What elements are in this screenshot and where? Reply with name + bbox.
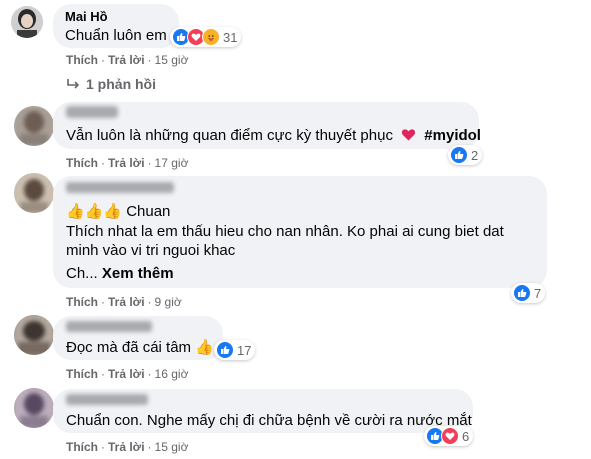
comment-text-line: Ch... bbox=[66, 265, 98, 282]
comment-actions: Thích · Trả lời · 15 giờ bbox=[66, 440, 189, 454]
comment-actions: Thích · Trả lời · 16 giờ bbox=[66, 367, 189, 381]
comment-author[interactable]: Mai Hồ bbox=[65, 9, 108, 24]
avatar-image bbox=[11, 6, 43, 38]
comment-text-line: Thích nhat la em thấu hieu cho nan nhân.… bbox=[66, 223, 504, 240]
reply-link[interactable]: Trả lời bbox=[108, 367, 145, 381]
comment-time[interactable]: 15 giờ bbox=[155, 53, 189, 67]
comment-text: Chuẩn luôn em bbox=[65, 27, 167, 44]
comment-text-line: 👍👍👍 Chuan bbox=[66, 203, 171, 220]
comment-bubble: 👍👍👍 Chuan Thích nhat la em thấu hieu cho… bbox=[53, 176, 547, 288]
comment-bubble: Vẫn luôn là những quan điểm cực kỳ thuyế… bbox=[53, 102, 481, 149]
comment-time[interactable]: 16 giờ bbox=[155, 367, 189, 381]
comment-author[interactable] bbox=[66, 182, 174, 193]
avatar[interactable] bbox=[14, 388, 54, 428]
comment-text-truncated: Ch... Xem thêm bbox=[66, 264, 174, 283]
comment-text-line: minh vào vi tri nguoi khac bbox=[66, 242, 236, 259]
avatar-image bbox=[14, 388, 54, 428]
reaction-summary[interactable]: 31 bbox=[170, 27, 242, 47]
reply-arrow-icon bbox=[67, 79, 80, 89]
care-reaction-icon bbox=[202, 28, 220, 46]
comment-author[interactable] bbox=[66, 106, 118, 118]
comment-actions: Thích · Trả lời · 17 giờ bbox=[66, 156, 189, 170]
view-replies-link[interactable]: 1 phản hồi bbox=[66, 76, 156, 92]
reaction-count: 6 bbox=[462, 428, 470, 444]
comment-time[interactable]: 15 giờ bbox=[155, 440, 189, 454]
reaction-count: 31 bbox=[223, 29, 238, 45]
reaction-summary[interactable]: 2 bbox=[448, 145, 483, 165]
avatar[interactable] bbox=[14, 173, 54, 213]
reply-link[interactable]: Trả lời bbox=[108, 295, 145, 309]
avatar-image bbox=[14, 315, 54, 355]
reaction-count: 17 bbox=[237, 342, 252, 358]
reply-link[interactable]: Trả lời bbox=[108, 156, 145, 170]
comment-time[interactable]: 17 giờ bbox=[155, 156, 189, 170]
reaction-summary[interactable]: 7 bbox=[511, 283, 546, 303]
like-reaction-icon bbox=[216, 341, 234, 359]
like-link[interactable]: Thích bbox=[66, 53, 98, 67]
comment-actions: Thích · Trả lời · 9 giờ bbox=[66, 295, 182, 309]
avatar[interactable] bbox=[14, 315, 54, 355]
reaction-summary[interactable]: 6 bbox=[424, 426, 474, 446]
like-reaction-icon bbox=[513, 284, 531, 302]
like-reaction-icon bbox=[450, 146, 468, 164]
reply-link[interactable]: Trả lời bbox=[108, 440, 145, 454]
comment-bubble: Mai Hồ Chuẩn luôn em bbox=[53, 4, 179, 48]
avatar[interactable] bbox=[14, 106, 54, 146]
see-more-link[interactable]: Xem thêm bbox=[102, 265, 174, 282]
reply-link[interactable]: Trả lời bbox=[108, 53, 145, 67]
avatar[interactable] bbox=[11, 6, 43, 38]
comment-text-body: Vẫn luôn là những quan điểm cực kỳ thuyế… bbox=[66, 127, 393, 144]
hashtag-link[interactable]: #myidol bbox=[424, 127, 481, 144]
heart-emoji-icon bbox=[402, 129, 416, 141]
comment-text: Vẫn luôn là những quan điểm cực kỳ thuyế… bbox=[66, 126, 481, 145]
comment-time[interactable]: 9 giờ bbox=[155, 295, 182, 309]
love-reaction-icon bbox=[441, 427, 459, 445]
comment-text: Chuẩn con. Nghe mấy chị đi chữa bệnh về … bbox=[66, 412, 472, 429]
like-link[interactable]: Thích bbox=[66, 440, 98, 454]
comment-actions: Thích · Trả lời · 15 giờ bbox=[66, 53, 189, 67]
comment-text: Đọc mà đã cái tâm 👍 bbox=[66, 339, 214, 356]
like-link[interactable]: Thích bbox=[66, 367, 98, 381]
reaction-summary[interactable]: 17 bbox=[214, 340, 256, 360]
reaction-count: 7 bbox=[534, 285, 542, 301]
reaction-count: 2 bbox=[471, 147, 479, 163]
like-link[interactable]: Thích bbox=[66, 156, 98, 170]
comment-author[interactable] bbox=[66, 321, 152, 332]
comment-author[interactable] bbox=[66, 394, 148, 405]
avatar-image bbox=[14, 173, 54, 213]
comment-bubble: Chuẩn con. Nghe mấy chị đi chữa bệnh về … bbox=[53, 389, 473, 433]
like-link[interactable]: Thích bbox=[66, 295, 98, 309]
avatar-image bbox=[14, 106, 54, 146]
comment-bubble: Đọc mà đã cái tâm 👍 bbox=[53, 316, 223, 360]
replies-count-label: 1 phản hồi bbox=[86, 76, 156, 92]
